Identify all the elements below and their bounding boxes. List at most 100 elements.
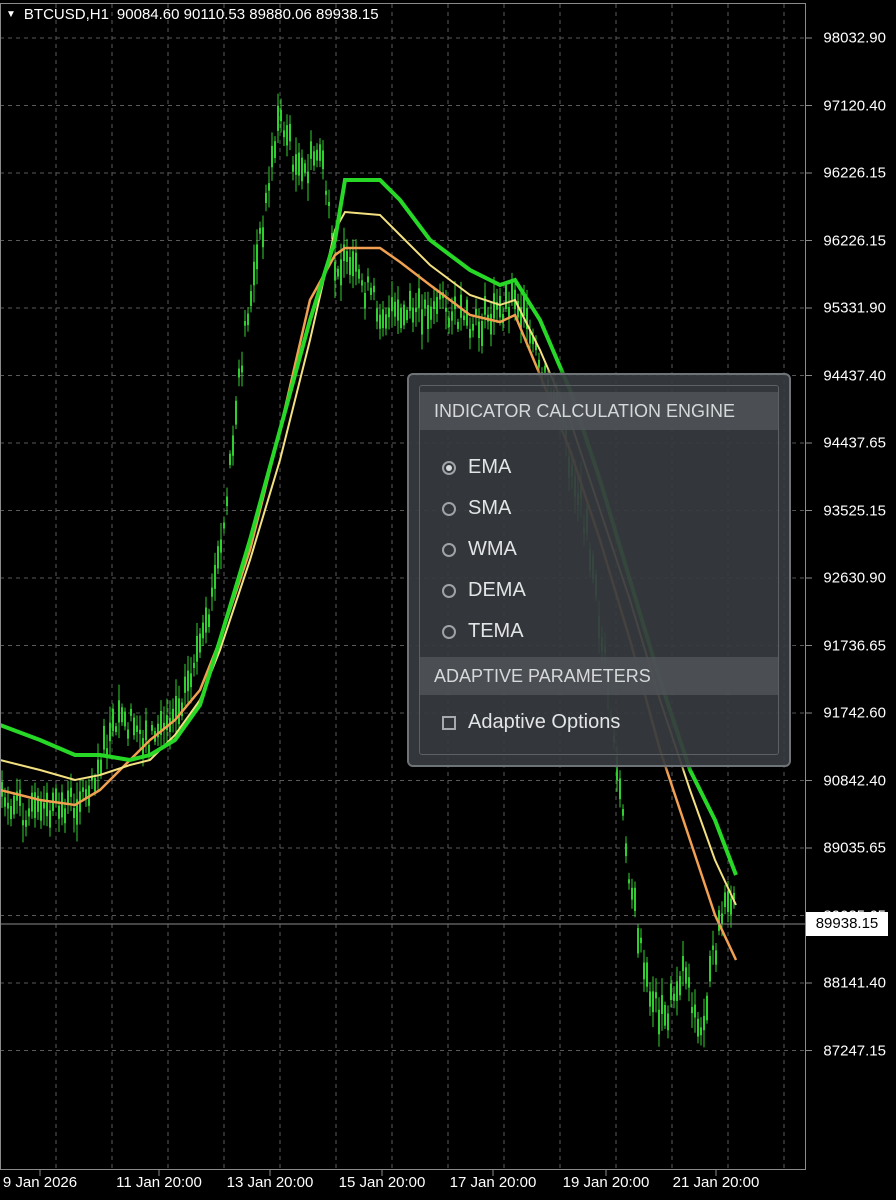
- candle-body: [724, 892, 726, 908]
- candle-body: [370, 287, 372, 295]
- candle-body: [706, 995, 708, 1021]
- radio-button-icon[interactable]: [442, 460, 456, 475]
- radio-button-icon[interactable]: [442, 583, 456, 598]
- candle-body: [730, 898, 732, 915]
- price-axis-label: 96226.15: [823, 232, 886, 249]
- candle-body: [685, 967, 687, 984]
- candle-body: [127, 729, 129, 739]
- candle-body: [358, 269, 360, 279]
- candle-body: [34, 792, 36, 818]
- candle-body: [337, 268, 339, 277]
- price-axis-label: 93525.15: [823, 502, 886, 519]
- candle-body: [637, 928, 639, 954]
- candle-body: [727, 891, 729, 912]
- radio-sma[interactable]: SMA: [442, 497, 511, 520]
- candle-body: [634, 887, 636, 911]
- candle-body: [112, 708, 114, 732]
- checkbox-icon[interactable]: [442, 715, 456, 730]
- candle-body: [658, 1009, 660, 1035]
- time-axis-label: 21 Jan 20:00: [672, 1174, 760, 1191]
- radio-wma[interactable]: WMA: [442, 538, 517, 561]
- ohlc-values: 90084.60 90110.53 89880.06 89938.15: [116, 6, 379, 23]
- candle-body: [151, 725, 153, 731]
- candle-body: [328, 201, 330, 207]
- candle-body: [211, 587, 213, 597]
- current-price-tag: 89938.15: [806, 912, 888, 936]
- candle-body: [625, 843, 627, 857]
- adaptive-section-header: ADAPTIVE PARAMETERS: [420, 657, 778, 695]
- candle-body: [394, 301, 396, 317]
- candle-body: [223, 522, 225, 529]
- candle-body: [232, 435, 234, 456]
- candle-body: [190, 673, 192, 688]
- time-axis-label: 17 Jan 20:00: [449, 1174, 537, 1191]
- radio-ema[interactable]: EMA: [442, 456, 511, 479]
- candle-body: [82, 787, 84, 792]
- candle-body: [433, 301, 435, 310]
- candle-body: [40, 799, 42, 821]
- candle-body: [208, 614, 210, 628]
- candle-body: [274, 141, 276, 159]
- candle-body: [313, 151, 315, 166]
- radio-dema[interactable]: DEMA: [442, 579, 526, 602]
- candle-body: [241, 365, 243, 373]
- candle-body: [199, 633, 201, 653]
- candle-body: [130, 708, 132, 716]
- candle-body: [295, 154, 297, 175]
- candle-body: [436, 296, 438, 314]
- radio-button-icon[interactable]: [442, 501, 456, 516]
- radio-tema[interactable]: TEMA: [442, 620, 524, 643]
- candle-body: [715, 950, 717, 965]
- candle-body: [676, 981, 678, 1001]
- radio-button-icon[interactable]: [442, 624, 456, 639]
- candle-body: [712, 945, 714, 950]
- symbol-header[interactable]: ▼ BTCUSD,H1 90084.60 90110.53 89880.06 8…: [6, 6, 379, 23]
- candle-body: [463, 315, 465, 321]
- candle-body: [316, 149, 318, 161]
- candle-body: [382, 309, 384, 329]
- candle-body: [499, 295, 501, 318]
- price-axis-label: 87247.15: [823, 1042, 886, 1059]
- candle-body: [307, 171, 309, 184]
- price-axis-label: 89035.65: [823, 839, 886, 857]
- candle-body: [352, 251, 354, 277]
- candle-body: [310, 141, 312, 159]
- candle-body: [472, 323, 474, 331]
- time-axis-label: 13 Jan 20:00: [226, 1174, 314, 1191]
- candle-body: [136, 725, 138, 732]
- symbol-label: BTCUSD,H1: [23, 6, 109, 23]
- candle-body: [115, 726, 117, 733]
- candle-body: [205, 607, 207, 633]
- candle-body: [334, 261, 336, 281]
- candle-body: [286, 125, 288, 146]
- candle-body: [376, 308, 378, 322]
- candle-body: [196, 635, 198, 662]
- candle-body: [490, 313, 492, 335]
- candle-body: [388, 307, 390, 318]
- candle-body: [220, 539, 222, 553]
- candle-body: [214, 564, 216, 589]
- candle-body: [292, 164, 294, 172]
- adaptive-options-checkbox-row[interactable]: Adaptive Options: [442, 711, 620, 734]
- candle-body: [271, 145, 273, 168]
- candle-body: [700, 1027, 702, 1036]
- candle-body: [475, 308, 477, 315]
- candle-body: [418, 288, 420, 308]
- dropdown-triangle-icon[interactable]: ▼: [6, 9, 16, 20]
- candle-body: [493, 293, 495, 319]
- candle-body: [523, 296, 525, 316]
- candle-body: [253, 261, 255, 286]
- candle-body: [55, 788, 57, 803]
- price-axis-label: 95331.90: [823, 299, 886, 317]
- candle-body: [346, 251, 348, 262]
- candle-body: [424, 299, 426, 309]
- candle-body: [673, 993, 675, 1001]
- candle-body: [103, 725, 105, 750]
- candle-body: [277, 105, 279, 131]
- candle-body: [121, 707, 123, 723]
- radio-button-icon[interactable]: [442, 542, 456, 557]
- candle-body: [265, 192, 267, 203]
- candle-body: [400, 308, 402, 329]
- candle-body: [403, 304, 405, 326]
- candle-body: [256, 244, 258, 270]
